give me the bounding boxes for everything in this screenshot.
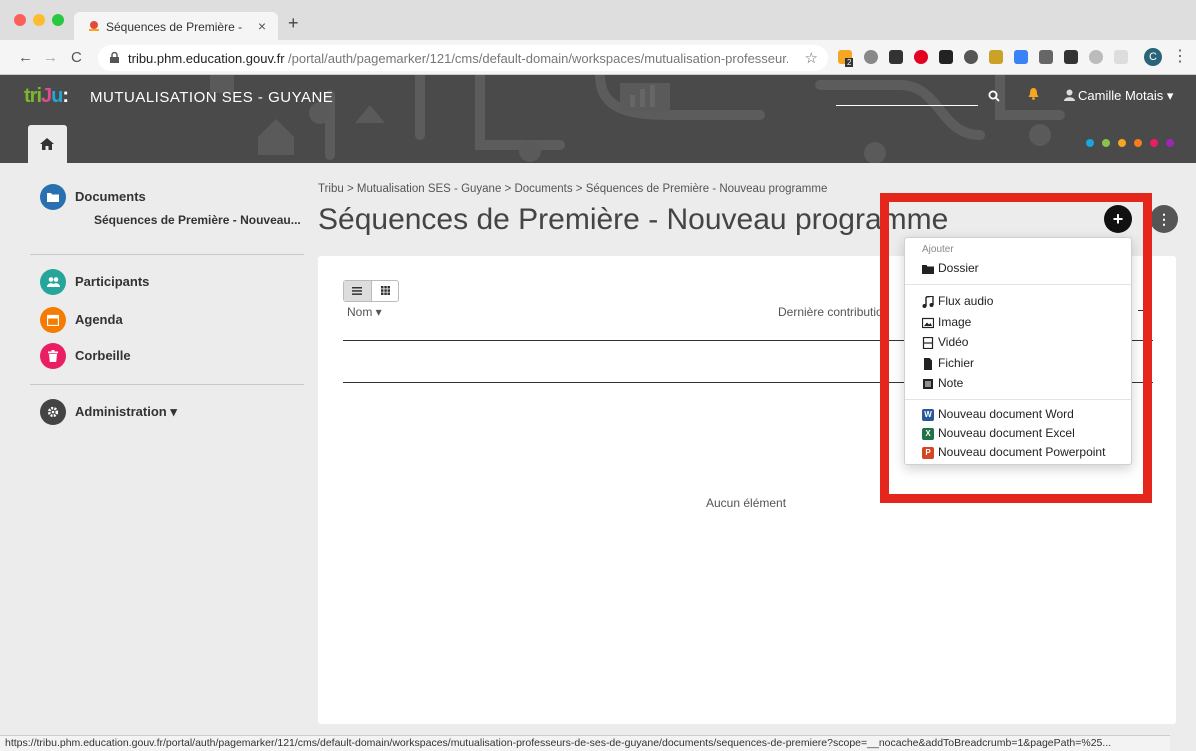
- extension-icon[interactable]: [889, 50, 903, 64]
- gear-icon: [40, 399, 66, 425]
- extension-icon[interactable]: [1114, 50, 1128, 64]
- sidebar-label-agenda: Agenda: [75, 312, 123, 327]
- site-banner: triJu: MUTUALISATION SES - GUYANE Camill…: [0, 75, 1196, 163]
- color-dot: [1102, 139, 1110, 147]
- tribu-logo[interactable]: triJu:: [24, 85, 69, 108]
- logo-part-tri: tri: [24, 85, 42, 107]
- close-window-button[interactable]: [14, 14, 26, 26]
- sidebar-item-current-folder[interactable]: Séquences de Première - Nouveau...: [94, 213, 304, 227]
- tribu-favicon-icon: [89, 21, 99, 31]
- extension-icon[interactable]: [939, 50, 953, 64]
- empty-state-message: Aucun élément: [706, 496, 787, 510]
- breadcrumb[interactable]: Tribu > Mutualisation SES - Guyane > Doc…: [318, 183, 827, 195]
- logo-separator: :: [62, 85, 69, 107]
- more-actions-button[interactable]: ⋮: [1150, 205, 1178, 233]
- status-bar-url: https://tribu.phm.education.gouv.fr/port…: [0, 735, 1170, 751]
- color-dot: [1118, 139, 1126, 147]
- logo-part-j: J: [41, 85, 52, 107]
- extension-icon[interactable]: [1064, 50, 1078, 64]
- reload-button[interactable]: C: [71, 50, 82, 65]
- url-path: /portal/auth/pagemarker/121/cms/default-…: [288, 51, 788, 66]
- color-dot: [1150, 139, 1158, 147]
- column-header-last-contribution[interactable]: Dernière contribution: [778, 305, 889, 319]
- users-icon: [40, 269, 66, 295]
- pinterest-icon[interactable]: [914, 50, 928, 64]
- color-dot: [1166, 139, 1174, 147]
- back-button[interactable]: ←: [18, 50, 33, 65]
- user-icon: [1064, 89, 1075, 101]
- address-bar[interactable]: tribu.phm.education.gouv.fr /portal/auth…: [98, 45, 828, 71]
- lock-icon: [110, 52, 119, 63]
- color-dot: [1086, 139, 1094, 147]
- trash-icon: [40, 343, 66, 369]
- grid-view-button[interactable]: [371, 281, 398, 301]
- bell-icon[interactable]: [1028, 88, 1039, 100]
- sidebar-divider: [30, 254, 304, 255]
- site-title[interactable]: MUTUALISATION SES - GUYANE: [90, 89, 333, 106]
- browser-tab-bar: Séquences de Première - Nouv × +: [0, 0, 1196, 40]
- browser-toolbar: ← → C tribu.phm.education.gouv.fr /porta…: [0, 40, 1196, 75]
- minimize-window-button[interactable]: [33, 14, 45, 26]
- bookmark-star-icon[interactable]: ☆: [805, 49, 818, 67]
- sidebar-label-participants: Participants: [75, 274, 150, 289]
- extension-icon[interactable]: [964, 50, 978, 64]
- column-header-name[interactable]: Nom ▾: [347, 305, 382, 319]
- home-icon: [40, 138, 54, 150]
- search-icon[interactable]: [988, 90, 1000, 102]
- list-icon: [352, 287, 362, 295]
- user-menu[interactable]: Camille Motais ▾: [1078, 88, 1173, 104]
- color-dot: [1134, 139, 1142, 147]
- calendar-icon: [40, 307, 66, 333]
- grid-icon: [381, 286, 390, 295]
- maximize-window-button[interactable]: [52, 14, 64, 26]
- extension-icon[interactable]: [1089, 50, 1103, 64]
- sidebar-label-documents: Documents: [75, 189, 146, 204]
- home-tab[interactable]: [28, 125, 67, 163]
- url-host: tribu.phm.education.gouv.fr: [128, 51, 285, 66]
- page-title: Séquences de Première - Nouveau programm…: [318, 203, 949, 236]
- tab-title: Séquences de Première - Nouv: [106, 20, 246, 34]
- extension-icon[interactable]: [989, 50, 1003, 64]
- view-toggle: [343, 280, 399, 302]
- browser-tab[interactable]: Séquences de Première - Nouv ×: [74, 12, 278, 40]
- highlight-annotation: [880, 193, 1152, 503]
- sidebar-divider: [30, 384, 304, 385]
- browser-menu-icon[interactable]: ⋮: [1172, 46, 1188, 66]
- profile-avatar[interactable]: C: [1144, 48, 1162, 66]
- forward-button[interactable]: →: [43, 50, 58, 65]
- site-search-input[interactable]: [836, 105, 978, 106]
- list-view-button[interactable]: [344, 281, 371, 301]
- extension-icon[interactable]: [1039, 50, 1053, 64]
- extension-icon[interactable]: [864, 50, 878, 64]
- sidebar-label-administration: Administration ▾: [75, 404, 177, 419]
- extension-badge: 2: [845, 58, 854, 67]
- sidebar-label-corbeille: Corbeille: [75, 348, 131, 363]
- extension-icon[interactable]: [1014, 50, 1028, 64]
- folder-icon: [40, 184, 66, 210]
- tab-close-icon[interactable]: ×: [258, 18, 266, 34]
- logo-part-u: u: [51, 85, 63, 107]
- new-tab-button[interactable]: +: [288, 14, 299, 32]
